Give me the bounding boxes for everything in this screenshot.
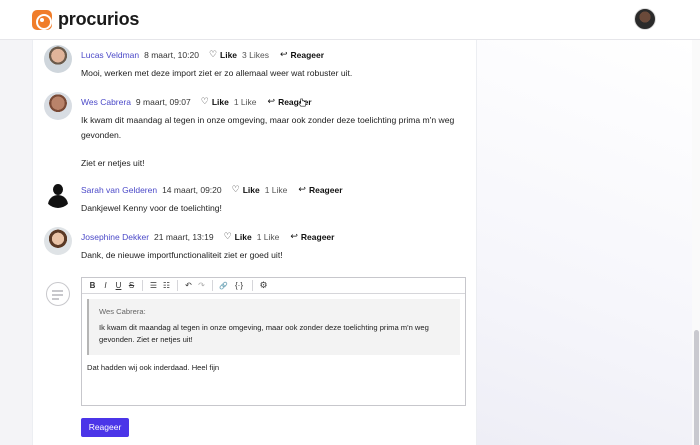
quote-text: Ik kwam dit maandag al tegen in onze omg… bbox=[99, 322, 429, 345]
italic-icon[interactable]: I bbox=[99, 281, 112, 290]
like-count: 1 Like bbox=[233, 96, 257, 107]
procurios-logo-icon bbox=[32, 9, 52, 30]
comment-paragraph: Mooi, werken met deze import ziet er zo … bbox=[81, 68, 353, 78]
toolbar-divider bbox=[252, 280, 253, 291]
toolbar-divider bbox=[212, 280, 213, 291]
numbered-list-icon[interactable]: ☷ bbox=[160, 281, 173, 290]
like-label: Like bbox=[211, 96, 229, 107]
like-button[interactable]: ♡ Like bbox=[232, 184, 260, 195]
scrollbar[interactable] bbox=[692, 40, 700, 445]
quote-author: Wes Cabrera: bbox=[99, 307, 146, 316]
procurios-logo[interactable]: procurios bbox=[32, 9, 139, 30]
like-button[interactable]: ♡ Like bbox=[224, 231, 252, 242]
comment-paragraph: Ziet er netjes uit! bbox=[81, 158, 145, 168]
user-avatar[interactable] bbox=[634, 8, 656, 30]
underline-icon[interactable]: U bbox=[112, 281, 125, 290]
like-count: 1 Like bbox=[264, 184, 288, 195]
heart-icon: ♡ bbox=[200, 96, 209, 106]
avatar[interactable] bbox=[44, 45, 72, 73]
bullet-list-icon[interactable]: ☰ bbox=[147, 281, 160, 290]
hand-cursor-icon bbox=[298, 98, 307, 107]
reply-label: Reageer bbox=[300, 231, 335, 242]
reply-icon: ↩ bbox=[279, 49, 288, 59]
comment-date: 21 maart, 13:19 bbox=[154, 231, 214, 242]
like-label: Like bbox=[242, 184, 260, 195]
reply-icon: ↩ bbox=[290, 231, 298, 241]
redo-icon[interactable]: ↷ bbox=[195, 281, 208, 290]
reply-label: Reageer bbox=[290, 49, 325, 60]
avatar[interactable] bbox=[44, 227, 72, 255]
comment-text: Dank, de nieuwe importfunctionaliteit zi… bbox=[81, 248, 476, 263]
heart-icon: ♡ bbox=[208, 49, 218, 59]
comment-author[interactable]: Josephine Dekker bbox=[81, 232, 149, 242]
toolbar-divider bbox=[142, 280, 143, 291]
toolbar-divider bbox=[177, 280, 178, 291]
reply-button[interactable]: ↩ Reageer bbox=[280, 49, 324, 60]
top-bar: procurios bbox=[0, 0, 700, 40]
comment-date: 9 maart, 09:07 bbox=[135, 96, 191, 107]
undo-icon[interactable]: ↶ bbox=[182, 281, 195, 290]
comment-meta: Wes Cabrera 9 maart, 09:07 ♡ Like 1 Like … bbox=[81, 96, 312, 107]
reply-icon: ↩ bbox=[298, 184, 306, 194]
avatar[interactable] bbox=[44, 180, 72, 208]
code-icon[interactable]: {·} bbox=[230, 281, 248, 290]
comment-date: 8 maart, 10:20 bbox=[144, 49, 199, 60]
comment-text: Dankjewel Kenny voor de toelichting! bbox=[81, 201, 476, 216]
quoted-comment[interactable]: Wes Cabrera: Ik kwam dit maandag al tege… bbox=[87, 299, 460, 355]
comment-bubble-icon bbox=[46, 282, 70, 306]
reply-button[interactable]: ↩ Reageer bbox=[298, 184, 342, 195]
heart-icon: ♡ bbox=[231, 184, 240, 194]
editor-toolbar: B I U S ☰ ☷ ↶ ↷ 🔗 {·} ⚙ bbox=[82, 278, 465, 294]
comment-author[interactable]: Lucas Veldman bbox=[81, 50, 139, 60]
strikethrough-icon[interactable]: S bbox=[125, 281, 138, 290]
side-panel bbox=[477, 40, 692, 445]
comment-text: Ik kwam dit maandag al tegen in onze omg… bbox=[81, 113, 476, 171]
like-label: Like bbox=[234, 231, 252, 242]
submit-reply-button[interactable]: Reageer bbox=[81, 418, 129, 437]
reply-button[interactable]: ↩ Reageer bbox=[290, 231, 334, 242]
like-count: 1 Like bbox=[256, 231, 280, 242]
comment-meta: Josephine Dekker 21 maart, 13:19 ♡ Like 1… bbox=[81, 231, 334, 242]
reply-label: Reageer bbox=[308, 184, 343, 195]
comment-meta: Lucas Veldman 8 maart, 10:20 ♡ Like 3 Lik… bbox=[81, 49, 324, 60]
comment-author[interactable]: Wes Cabrera bbox=[81, 97, 131, 107]
like-count: 3 Likes bbox=[242, 49, 269, 60]
comment-date: 14 maart, 09:20 bbox=[162, 184, 222, 195]
logo-text: procurios bbox=[58, 9, 140, 29]
heart-icon: ♡ bbox=[223, 231, 232, 241]
comment-paragraph: Dankjewel Kenny voor de toelichting! bbox=[81, 203, 222, 213]
reply-editor[interactable]: B I U S ☰ ☷ ↶ ↷ 🔗 {·} ⚙ Wes Cabrera: Ik … bbox=[81, 277, 466, 406]
like-button[interactable]: ♡ Like bbox=[201, 96, 229, 107]
comment-meta: Sarah van Gelderen 14 maart, 09:20 ♡ Like… bbox=[81, 184, 343, 195]
bold-icon[interactable]: B bbox=[86, 281, 99, 290]
like-button[interactable]: ♡ Like bbox=[209, 49, 237, 60]
link-icon[interactable]: 🔗 bbox=[217, 282, 230, 290]
comment-paragraph: Dank, de nieuwe importfunctionaliteit zi… bbox=[81, 250, 283, 260]
comment-text: Mooi, werken met deze import ziet er zo … bbox=[81, 66, 476, 81]
like-label: Like bbox=[220, 49, 238, 60]
comment-author[interactable]: Sarah van Gelderen bbox=[81, 185, 157, 195]
reply-text[interactable]: Dat hadden wij ook inderdaad. Heel fijn bbox=[87, 363, 465, 372]
gear-icon[interactable]: ⚙ bbox=[257, 280, 270, 291]
reply-icon: ↩ bbox=[267, 96, 276, 106]
avatar[interactable] bbox=[44, 92, 72, 120]
comment-paragraph: Ik kwam dit maandag al tegen in onze omg… bbox=[81, 115, 455, 140]
scrollbar-thumb[interactable] bbox=[694, 330, 699, 445]
